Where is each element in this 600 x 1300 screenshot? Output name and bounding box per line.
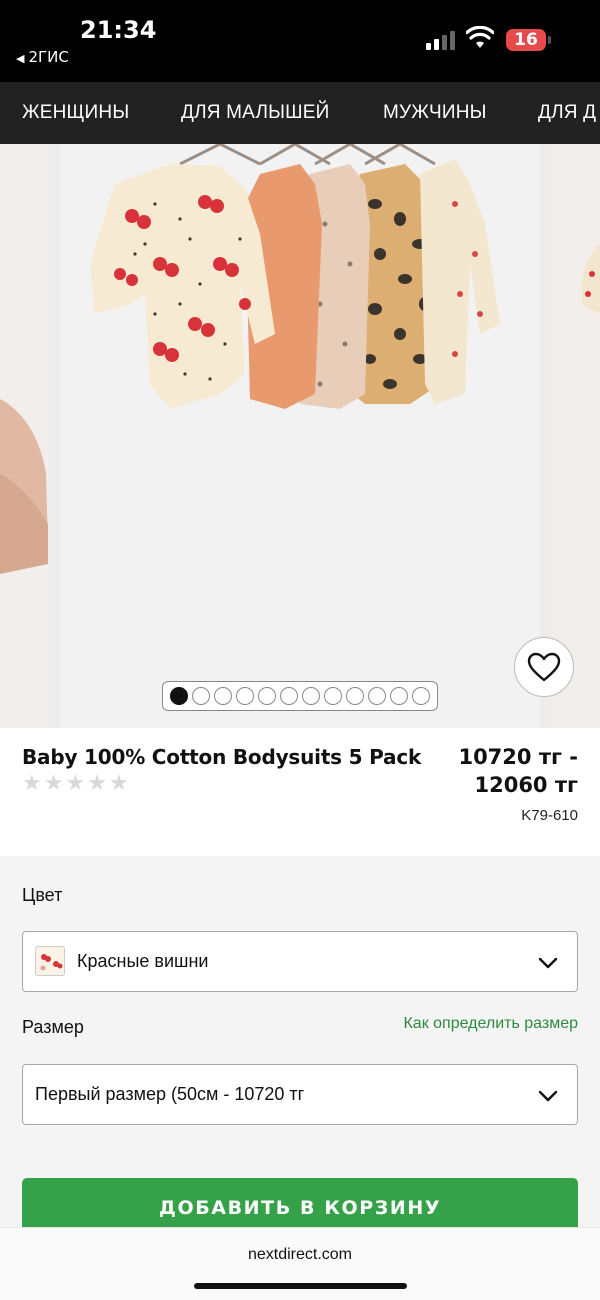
color-label: Цвет	[22, 885, 63, 905]
price-line-2: 12060 тг	[474, 773, 578, 797]
battery-icon: 16	[506, 29, 546, 51]
pagination-dot[interactable]	[192, 687, 210, 705]
favorite-button[interactable]	[514, 637, 574, 697]
pagination-dot[interactable]	[214, 687, 232, 705]
status-bar: 21:34 ◀ 2ГИС 16	[0, 0, 600, 82]
pagination-dot[interactable]	[236, 687, 254, 705]
size-select-value: Первый размер (50см - 10720 тг	[35, 1084, 305, 1104]
back-app-label: 2ГИС	[28, 48, 69, 66]
cellular-signal-icon	[426, 30, 458, 50]
nav-item-kids[interactable]: ДЛЯ Д	[538, 102, 596, 124]
product-title: Baby 100% Cotton Bodysuits 5 Pack	[22, 745, 422, 769]
status-time: 21:34	[80, 16, 157, 44]
rating-stars[interactable]: ★ ★ ★ ★ ★	[22, 772, 129, 794]
browser-bottom-bar: nextdirect.com	[0, 1227, 600, 1300]
product-price: 10720 тг - 12060 тг	[458, 743, 578, 799]
heart-icon	[527, 652, 561, 682]
pagination-dot[interactable]	[302, 687, 320, 705]
product-image[interactable]	[60, 144, 540, 728]
nav-item-babies[interactable]: ДЛЯ МАЛЫШЕЙ	[181, 102, 330, 124]
star-icon: ★	[22, 770, 42, 795]
nav-item-men[interactable]: МУЖЧИНЫ	[383, 102, 487, 124]
color-swatch	[35, 946, 65, 976]
price-line-1: 10720 тг -	[458, 745, 578, 769]
nav-item-women[interactable]: ЖЕНЩИНЫ	[22, 102, 129, 124]
color-select[interactable]: Красные вишни	[22, 931, 578, 992]
product-sku: K79-610	[521, 807, 578, 824]
gallery-pagination	[162, 681, 438, 711]
chevron-down-icon	[538, 957, 558, 969]
back-arrow-icon: ◀	[16, 52, 25, 65]
size-guide-link[interactable]: Как определить размер	[403, 1015, 578, 1033]
chevron-down-icon	[538, 1090, 558, 1102]
pagination-dot[interactable]	[368, 687, 386, 705]
star-icon: ★	[87, 770, 107, 795]
size-label: Размер	[22, 1017, 84, 1037]
color-select-value: Красные вишни	[77, 951, 209, 971]
star-icon: ★	[65, 770, 86, 795]
home-indicator[interactable]	[194, 1283, 407, 1289]
pagination-dot[interactable]	[258, 687, 276, 705]
star-icon: ★	[43, 770, 64, 795]
previous-image-peek[interactable]	[0, 144, 48, 728]
back-to-app-link[interactable]: ◀ 2ГИС	[16, 48, 69, 66]
battery-tip	[548, 36, 551, 44]
pagination-dot[interactable]	[280, 687, 298, 705]
wifi-icon	[466, 26, 494, 48]
pagination-dot[interactable]	[170, 687, 188, 705]
category-nav: ЖЕНЩИНЫ ДЛЯ МАЛЫШЕЙ МУЖЧИНЫ ДЛЯ Д	[0, 82, 600, 144]
bodysuits-illustration	[90, 144, 500, 409]
star-icon: ★	[108, 770, 129, 795]
pagination-dot[interactable]	[390, 687, 408, 705]
product-gallery[interactable]	[0, 144, 600, 728]
address-bar-url[interactable]: nextdirect.com	[0, 1246, 600, 1264]
pagination-dot[interactable]	[412, 687, 430, 705]
pagination-dot[interactable]	[324, 687, 342, 705]
size-select[interactable]: Первый размер (50см - 10720 тг	[22, 1064, 578, 1125]
pagination-dot[interactable]	[346, 687, 364, 705]
